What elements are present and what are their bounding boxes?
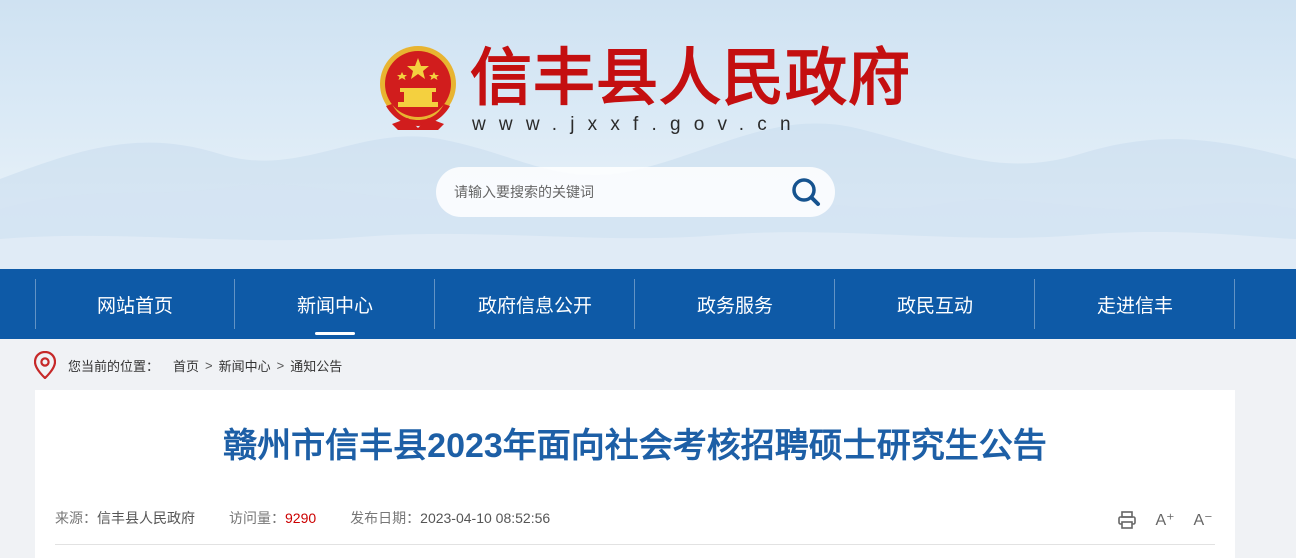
active-indicator: [315, 332, 355, 335]
nav-item-label: 政务服务: [696, 295, 773, 317]
nav-item-label: 政府信息公开: [477, 295, 592, 317]
breadcrumb-separator: >: [276, 357, 285, 373]
nav-item-label: 走进信丰: [1096, 295, 1173, 317]
font-smaller-icon: A⁻: [1193, 512, 1213, 529]
header-banner: 信丰县人民政府 www.jxxf.gov.cn: [0, 0, 1296, 269]
search-input[interactable]: [454, 167, 774, 217]
nav-item-interaction[interactable]: 政民互动: [835, 279, 1035, 329]
national-emblem-icon: [380, 46, 456, 130]
nav-item-label: 新闻中心: [296, 295, 373, 317]
article-title: 赣州市信丰县2023年面向社会考核招聘硕士研究生公告: [223, 427, 1047, 465]
article-meta: 来源：信丰县人民政府 访问量：9290 发布日期：2023-04-10 08:5…: [55, 508, 584, 528]
views-label: 访问量：: [229, 510, 285, 526]
source-value: 信丰县人民政府: [97, 510, 195, 526]
nav-item-home[interactable]: 网站首页: [35, 279, 235, 329]
search-icon[interactable]: [789, 176, 823, 208]
site-title: 信丰县人民政府: [470, 41, 912, 114]
nav-item-gov-services[interactable]: 政务服务: [635, 279, 835, 329]
nav-list: 网站首页 新闻中心 政府信息公开 政务服务 政民互动 走进信丰: [35, 279, 1235, 335]
main-nav: 网站首页 新闻中心 政府信息公开 政务服务 政民互动 走进信丰: [0, 269, 1296, 339]
nav-item-news[interactable]: 新闻中心: [235, 279, 435, 335]
views-group: 访问量：9290: [229, 508, 316, 528]
font-larger-button[interactable]: A⁺: [1153, 508, 1177, 532]
font-larger-icon: A⁺: [1155, 512, 1175, 529]
date-group: 发布日期：2023-04-10 08:52:56: [350, 508, 550, 528]
views-count: 9290: [285, 510, 317, 526]
breadcrumb-label: 您当前的位置：: [68, 358, 160, 374]
search-box: [436, 167, 835, 217]
print-icon: [1118, 511, 1136, 529]
nav-divider: [1234, 279, 1235, 329]
date-label: 发布日期：: [350, 510, 421, 526]
site-url: www.jxxf.gov.cn: [472, 114, 804, 135]
publish-date: 2023-04-10 08:52:56: [420, 510, 551, 526]
divider: [55, 544, 1215, 545]
breadcrumb-news[interactable]: 新闻中心: [219, 356, 271, 375]
breadcrumb-home[interactable]: 首页: [173, 356, 199, 375]
location-pin-icon: [34, 351, 56, 379]
nav-item-label: 政民互动: [896, 295, 973, 317]
nav-item-label: 网站首页: [96, 295, 173, 317]
source-group: 来源：信丰县人民政府: [55, 508, 195, 528]
breadcrumb: 您当前的位置： 首页 > 新闻中心 > 通知公告: [34, 349, 342, 381]
breadcrumb-notices[interactable]: 通知公告: [290, 356, 342, 375]
font-smaller-button[interactable]: A⁻: [1191, 508, 1215, 532]
nav-item-about[interactable]: 走进信丰: [1035, 279, 1235, 329]
print-button[interactable]: [1115, 508, 1139, 532]
source-label: 来源：: [55, 510, 97, 526]
article-card: 赣州市信丰县2023年面向社会考核招聘硕士研究生公告 来源：信丰县人民政府 访问…: [35, 390, 1235, 558]
nav-item-gov-info[interactable]: 政府信息公开: [435, 279, 635, 329]
article-tools: A⁺ A⁻: [1101, 508, 1215, 532]
breadcrumb-separator: >: [205, 357, 213, 373]
